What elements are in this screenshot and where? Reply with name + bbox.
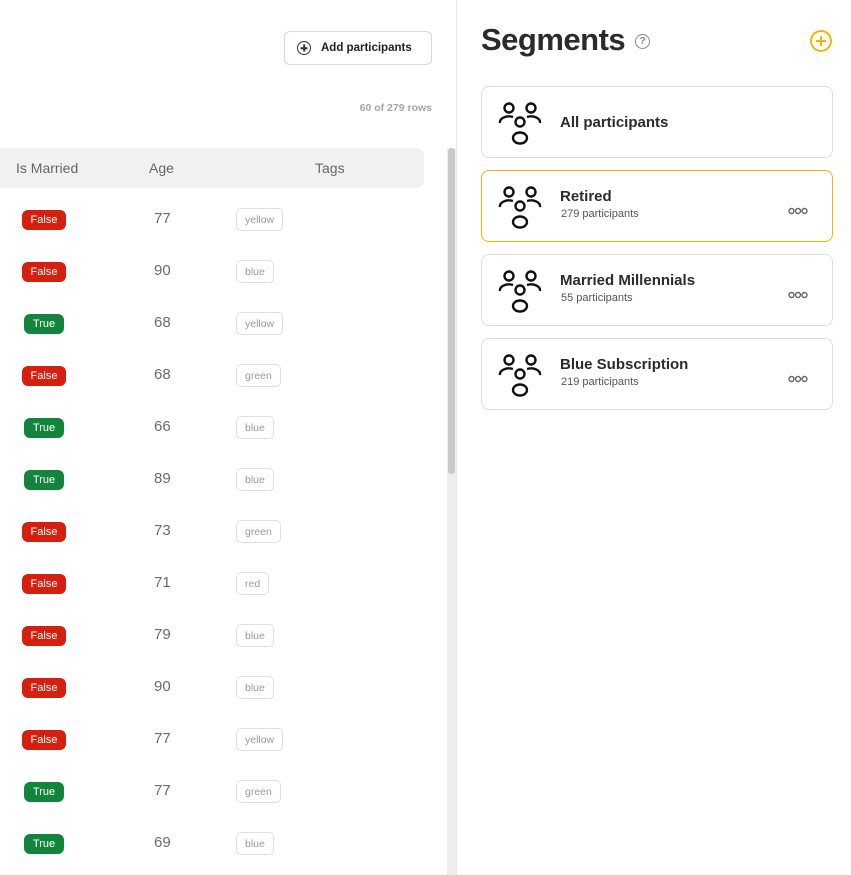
segment-name: Blue Subscription <box>560 356 689 373</box>
tag-chip: blue <box>236 676 274 699</box>
tag-chip: green <box>236 780 281 803</box>
age-value: 68 <box>154 314 171 331</box>
people-group-icon <box>498 353 542 397</box>
segment-participant-count: 55 participants <box>561 292 633 304</box>
segment-participant-count: 279 participants <box>561 208 639 220</box>
is-married-badge: True <box>24 418 64 438</box>
scrollbar-thumb[interactable] <box>448 148 455 474</box>
people-group-icon <box>498 185 542 229</box>
column-header-age[interactable]: Age <box>149 160 174 176</box>
participants-table-panel: Add participants 60 of 279 rows Is Marri… <box>0 0 456 875</box>
table-row[interactable]: True 69 blue <box>0 818 424 870</box>
age-value: 73 <box>154 522 171 539</box>
people-group-icon <box>498 269 542 313</box>
add-segment-button[interactable] <box>810 30 832 52</box>
people-group-icon <box>498 101 542 145</box>
table-row[interactable]: False 77 yellow <box>0 714 424 766</box>
tag-chip: yellow <box>236 312 284 335</box>
plus-circle-icon <box>297 41 311 55</box>
segment-card[interactable]: All participants <box>481 86 833 158</box>
more-dots-icon[interactable] <box>788 202 808 215</box>
age-value: 90 <box>154 678 171 695</box>
segment-name: Retired <box>560 188 612 205</box>
column-header-tags[interactable]: Tags <box>315 160 345 176</box>
row-count: 60 of 279 rows <box>359 102 432 114</box>
more-dots-icon[interactable] <box>788 286 808 299</box>
is-married-badge: False <box>22 730 66 750</box>
age-value: 79 <box>154 626 171 643</box>
is-married-badge: True <box>24 470 64 490</box>
age-value: 90 <box>154 262 171 279</box>
is-married-badge: False <box>22 626 66 646</box>
table-row[interactable]: False 90 blue <box>0 246 424 298</box>
segment-name: All participants <box>560 114 669 131</box>
age-value: 77 <box>154 210 171 227</box>
tag-chip: blue <box>236 416 274 439</box>
is-married-badge: False <box>22 522 66 542</box>
segment-participant-count: 219 participants <box>561 376 639 388</box>
tag-chip: yellow <box>236 208 284 231</box>
table-row[interactable]: False 68 green <box>0 350 424 402</box>
table-row[interactable]: True 89 blue <box>0 454 424 506</box>
table-row[interactable]: True 66 blue <box>0 402 424 454</box>
is-married-badge: False <box>22 678 66 698</box>
more-dots-icon[interactable] <box>788 370 808 383</box>
tag-chip: yellow <box>236 728 284 751</box>
column-header-is-married[interactable]: Is Married <box>16 160 78 176</box>
age-value: 66 <box>154 418 171 435</box>
age-value: 68 <box>154 366 171 383</box>
tag-chip: blue <box>236 468 274 491</box>
table-row[interactable]: True 68 yellow <box>0 298 424 350</box>
is-married-badge: True <box>24 834 64 854</box>
is-married-badge: True <box>24 314 64 334</box>
table-row[interactable]: False 73 green <box>0 506 424 558</box>
is-married-badge: False <box>22 210 66 230</box>
table-row[interactable]: True 77 green <box>0 766 424 818</box>
segment-card[interactable]: Retired 279 participants <box>481 170 833 242</box>
age-value: 71 <box>154 574 171 591</box>
is-married-badge: False <box>22 574 66 594</box>
tag-chip: blue <box>236 832 274 855</box>
table-body: False 77 yellow False 90 blue True 68 yellow Fals… <box>0 194 424 870</box>
tag-chip: blue <box>236 624 274 647</box>
segment-name: Married Millennials <box>560 272 696 289</box>
segment-card[interactable]: Blue Subscription 219 participants <box>481 338 833 410</box>
segments-title: Segments <box>481 22 626 57</box>
is-married-badge: False <box>22 262 66 282</box>
is-married-badge: True <box>24 782 64 802</box>
table-row[interactable]: False 79 blue <box>0 610 424 662</box>
table-row[interactable]: False 71 red <box>0 558 424 610</box>
tag-chip: red <box>236 572 270 595</box>
age-value: 77 <box>154 730 171 747</box>
tag-chip: green <box>236 364 281 387</box>
tag-chip: blue <box>236 260 274 283</box>
is-married-badge: False <box>22 366 66 386</box>
table-row[interactable]: False 77 yellow <box>0 194 424 246</box>
tag-chip: green <box>236 520 281 543</box>
add-participants-button[interactable]: Add participants <box>284 31 432 65</box>
segment-card[interactable]: Married Millennials 55 participants <box>481 254 833 326</box>
panel-divider <box>456 0 457 875</box>
table-header: Is Married Age Tags <box>0 148 424 188</box>
help-circle-icon[interactable]: ? <box>635 34 650 49</box>
age-value: 89 <box>154 470 171 487</box>
add-participants-label: Add participants <box>321 42 412 54</box>
age-value: 69 <box>154 834 171 851</box>
table-row[interactable]: False 90 blue <box>0 662 424 714</box>
age-value: 77 <box>154 782 171 799</box>
